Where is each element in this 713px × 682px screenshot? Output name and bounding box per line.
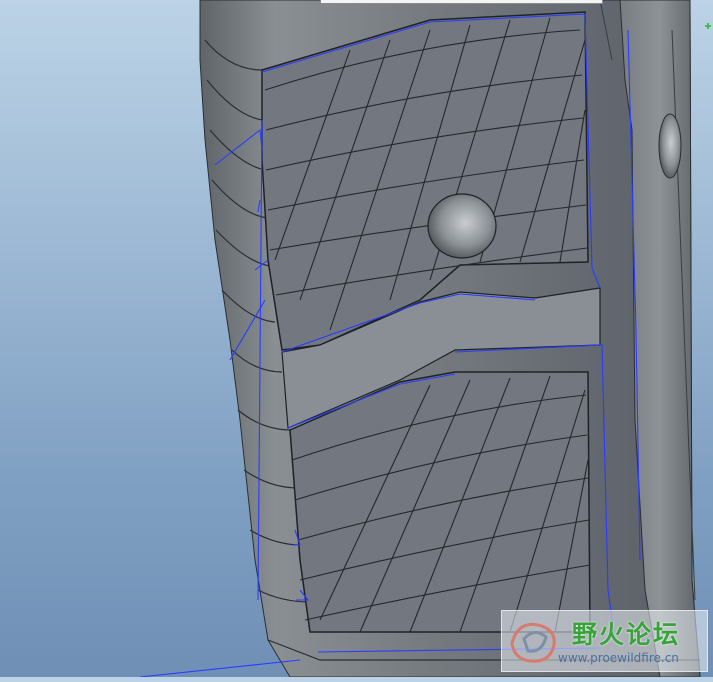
upper-hole[interactable] <box>427 193 497 259</box>
side-hole[interactable] <box>658 113 682 179</box>
model-viewport[interactable]: 野火论坛 www.proewildfire.cn <box>0 0 713 678</box>
watermark-url: www.proewildfire.cn <box>558 651 679 665</box>
axis-indicator-icon <box>705 23 711 29</box>
forum-watermark: 野火论坛 www.proewildfire.cn <box>501 610 708 672</box>
top-toolbar-strip <box>320 0 603 4</box>
lower-grille-frame[interactable] <box>289 371 591 633</box>
watermark-title: 野火论坛 <box>572 620 681 649</box>
cad-model[interactable] <box>0 0 713 678</box>
